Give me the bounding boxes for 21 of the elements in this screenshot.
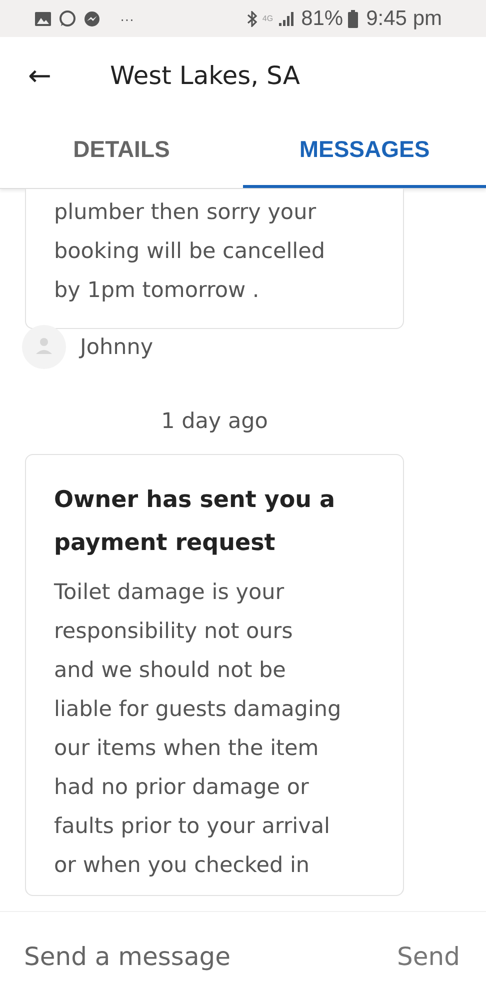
bluetooth-icon xyxy=(247,10,258,26)
message-field[interactable]: Send a message xyxy=(24,942,398,970)
network-type: 4G xyxy=(262,14,274,23)
back-button[interactable]: ← xyxy=(0,58,110,92)
tab[interactable]: DETAILS xyxy=(0,113,243,188)
battery-icon xyxy=(348,10,358,28)
sender-name: Johnny xyxy=(80,334,154,360)
card-title: Owner has sent you a payment request xyxy=(54,486,336,558)
chat-bubble-icon xyxy=(59,10,76,27)
message-text: plumber then sorry your booking will be cancelled by 1pm tomorrow . xyxy=(54,199,326,305)
messenger-icon xyxy=(84,10,100,26)
timestamp: 1 day ago xyxy=(161,409,268,434)
message-text: Toilet damage is your responsibility not ours and we should not be liable for guests damaging our items when the item had no prior damage or faults prior to your arrival or when you checked in xyxy=(54,579,342,880)
tab[interactable]: MESSAGES xyxy=(243,113,486,188)
more-notifications: ··· xyxy=(120,10,134,26)
clock: 9:45 pm xyxy=(366,6,442,30)
page-title: West Lakes, SA xyxy=(110,60,300,90)
battery-percent: 81% xyxy=(301,6,344,30)
gallery-icon xyxy=(35,12,51,26)
signal-icon xyxy=(278,10,296,26)
send-button[interactable]: Send xyxy=(397,942,460,970)
